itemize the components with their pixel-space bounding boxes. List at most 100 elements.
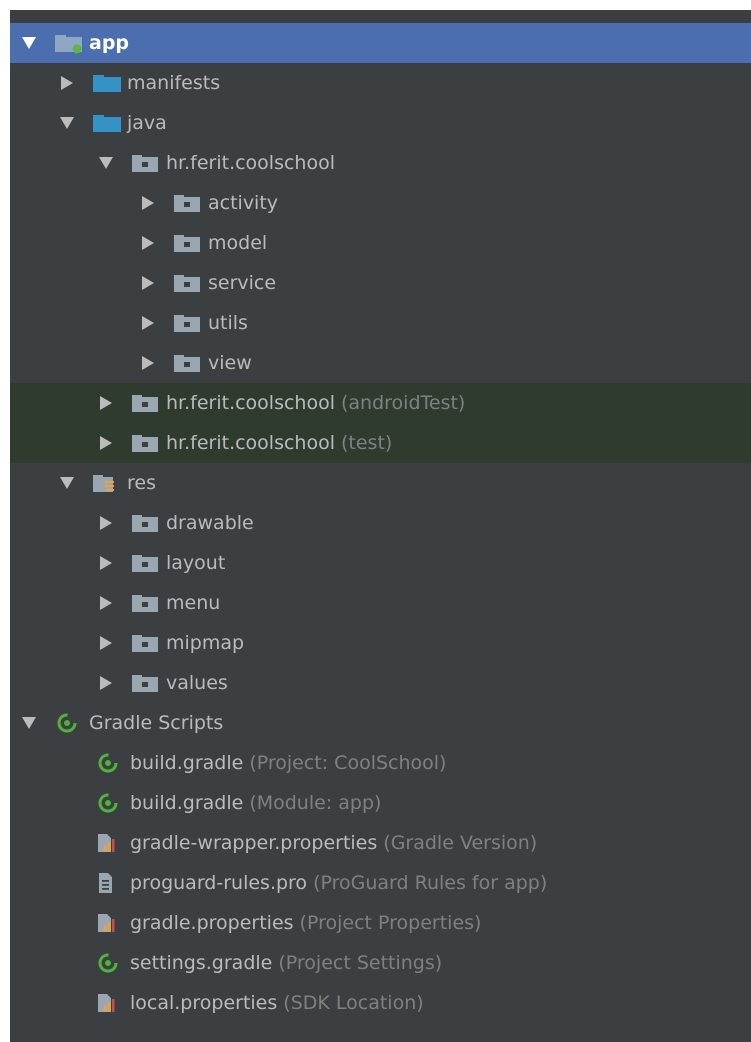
tree-item-label: build.gradle — [130, 792, 244, 814]
tree-item-hint: (Project: CoolSchool) — [249, 752, 447, 774]
triangle-right-icon[interactable] — [98, 393, 114, 413]
triangle-right-icon[interactable] — [98, 593, 114, 613]
package-icon — [174, 272, 204, 294]
package-icon — [132, 152, 162, 174]
tree-item-label: settings.gradle — [130, 952, 273, 974]
tree-item-label: app — [89, 32, 130, 54]
triangle-right-icon[interactable] — [98, 513, 114, 533]
source-folder-icon — [93, 72, 123, 94]
tree-item-menu[interactable]: menu — [10, 583, 751, 623]
package-icon — [174, 232, 204, 254]
tree-item-service[interactable]: service — [10, 263, 751, 303]
tree-item-manifests[interactable]: manifests — [10, 63, 751, 103]
package-icon — [132, 672, 162, 694]
module-folder-icon — [55, 32, 85, 54]
package-icon — [132, 432, 162, 454]
tree-item-mipmap[interactable]: mipmap — [10, 623, 751, 663]
tree-item-values[interactable]: values — [10, 663, 751, 703]
tree-item-hint: (Module: app) — [249, 792, 382, 814]
triangle-down-icon[interactable] — [21, 713, 37, 733]
tree-item-gradle-wrapper-properties[interactable]: gradle-wrapper.properties (Gradle Versio… — [10, 823, 751, 863]
text-file-icon — [96, 872, 126, 894]
triangle-right-icon[interactable] — [140, 353, 156, 373]
tree-item-label: gradle-wrapper.properties — [130, 832, 378, 854]
package-icon — [174, 312, 204, 334]
tree-item-gradle-properties[interactable]: gradle.properties (Project Properties) — [10, 903, 751, 943]
tree-item-settings-gradle[interactable]: settings.gradle (Project Settings) — [10, 943, 751, 983]
tree-item-build-gradle-project[interactable]: build.gradle (Project: CoolSchool) — [10, 743, 751, 783]
triangle-right-icon[interactable] — [59, 73, 75, 93]
tree-item-utils[interactable]: utils — [10, 303, 751, 343]
tree-item-layout[interactable]: layout — [10, 543, 751, 583]
gradle-icon — [96, 792, 126, 814]
tree-item-label: build.gradle — [130, 752, 244, 774]
package-icon — [132, 552, 162, 574]
triangle-down-icon[interactable] — [21, 33, 37, 53]
package-icon — [132, 512, 162, 534]
package-icon — [132, 632, 162, 654]
tree-item-label: mipmap — [166, 632, 245, 654]
tree-item-package-android-test[interactable]: hr.ferit.coolschool (androidTest) — [10, 383, 751, 423]
tree-item-label: activity — [208, 192, 279, 214]
triangle-right-icon[interactable] — [98, 433, 114, 453]
tree-item-label: proguard-rules.pro — [130, 872, 308, 894]
tree-item-view[interactable]: view — [10, 343, 751, 383]
tree-item-hint: (test) — [341, 432, 393, 454]
tree-item-activity[interactable]: activity — [10, 183, 751, 223]
gradle-icon — [96, 952, 126, 974]
triangle-right-icon[interactable] — [140, 233, 156, 253]
tree-item-local-properties[interactable]: local.properties (SDK Location) — [10, 983, 751, 1023]
tree-item-label: hr.ferit.coolschool — [166, 392, 335, 414]
source-folder-icon — [93, 112, 123, 134]
tree-item-model[interactable]: model — [10, 223, 751, 263]
tree-item-label: hr.ferit.coolschool — [166, 432, 335, 454]
tree-item-label: drawable — [166, 512, 254, 534]
resources-folder-icon — [93, 472, 123, 494]
tree-item-drawable[interactable]: drawable — [10, 503, 751, 543]
tree-item-label: hr.ferit.coolschool — [166, 152, 335, 174]
tree-item-label: model — [208, 232, 268, 254]
tree-item-label: gradle.properties — [130, 912, 294, 934]
tree-item-gradle-scripts[interactable]: Gradle Scripts — [10, 703, 751, 743]
tree-item-label: values — [166, 672, 228, 694]
triangle-right-icon[interactable] — [98, 633, 114, 653]
package-icon — [174, 352, 204, 374]
tree-item-build-gradle-module[interactable]: build.gradle (Module: app) — [10, 783, 751, 823]
triangle-down-icon[interactable] — [59, 473, 75, 493]
project-tree-panel: app manifests java hr.ferit.coolschool a… — [10, 10, 751, 1042]
tree-item-hint: (SDK Location) — [283, 992, 424, 1014]
tree-item-label: service — [208, 272, 277, 294]
package-icon — [174, 192, 204, 214]
properties-file-icon — [96, 912, 126, 934]
tree-item-label: java — [127, 112, 167, 134]
triangle-down-icon[interactable] — [98, 153, 114, 173]
tree-item-label: Gradle Scripts — [89, 712, 224, 734]
tree-item-label: res — [127, 472, 156, 494]
tree-item-label: view — [208, 352, 252, 374]
tree-item-hint: (ProGuard Rules for app) — [313, 872, 548, 894]
triangle-down-icon[interactable] — [59, 113, 75, 133]
tree-item-label: local.properties — [130, 992, 278, 1014]
triangle-right-icon[interactable] — [98, 673, 114, 693]
tree-item-label: manifests — [127, 72, 221, 94]
tree-item-res[interactable]: res — [10, 463, 751, 503]
gradle-icon — [96, 752, 126, 774]
triangle-right-icon[interactable] — [140, 313, 156, 333]
tree-item-hint: (Project Settings) — [278, 952, 443, 974]
package-icon — [132, 592, 162, 614]
triangle-right-icon[interactable] — [98, 553, 114, 573]
package-icon — [132, 392, 162, 414]
tree-item-java[interactable]: java — [10, 103, 751, 143]
tree-item-hint: (androidTest) — [341, 392, 466, 414]
tree-item-app[interactable]: app — [10, 23, 751, 63]
triangle-right-icon[interactable] — [140, 193, 156, 213]
tree-item-proguard-rules[interactable]: proguard-rules.pro (ProGuard Rules for a… — [10, 863, 751, 903]
tree-item-label: layout — [166, 552, 226, 574]
tree-item-hint: (Project Properties) — [299, 912, 482, 934]
properties-file-icon — [96, 992, 126, 1014]
triangle-right-icon[interactable] — [140, 273, 156, 293]
tree-item-package-main[interactable]: hr.ferit.coolschool — [10, 143, 751, 183]
tree-item-package-test[interactable]: hr.ferit.coolschool (test) — [10, 423, 751, 463]
tree-item-label: menu — [166, 592, 221, 614]
gradle-icon — [55, 712, 85, 734]
